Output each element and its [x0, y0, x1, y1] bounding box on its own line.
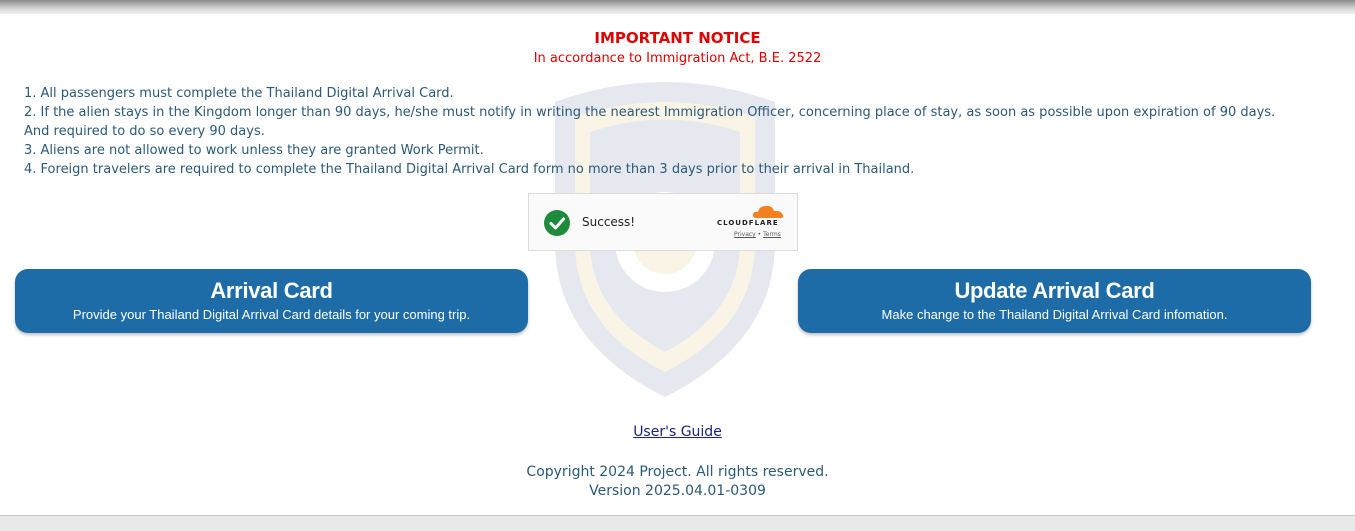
rules-list: 1. All passengers must complete the Thai…	[24, 84, 1324, 179]
terms-link[interactable]: Terms	[763, 231, 781, 238]
update-arrival-card-title: Update Arrival Card	[954, 278, 1155, 303]
rule-item: 2. If the alien stays in the Kingdom lon…	[24, 105, 1276, 120]
copyright-text: Copyright 2024 Project. All rights reser…	[526, 464, 829, 480]
rule-item: And required to do so every 90 days.	[24, 124, 265, 139]
notice-subtitle: In accordance to Immigration Act, B.E. 2…	[533, 51, 822, 66]
rule-item: 4. Foreign travelers are required to com…	[24, 162, 915, 177]
cloudflare-captcha-widget[interactable]: Success! CLOUDFLARE Privacy • Terms	[528, 193, 798, 251]
cloudflare-links: Privacy • Terms	[734, 231, 781, 238]
rule-item: 1. All passengers must complete the Thai…	[24, 86, 454, 101]
cloudflare-brand: CLOUDFLARE	[717, 219, 779, 227]
arrival-card-button[interactable]: Arrival Card Provide your Thailand Digit…	[15, 269, 528, 333]
users-guide-container: User's Guide	[0, 424, 1355, 440]
link-separator: •	[757, 231, 762, 238]
version-text: Version 2025.04.01-0309	[589, 483, 766, 499]
arrival-card-subtitle: Provide your Thailand Digital Arrival Ca…	[72, 307, 471, 322]
browser-bottom-bar	[0, 515, 1355, 531]
privacy-link[interactable]: Privacy	[734, 231, 756, 238]
arrival-card-title: Arrival Card	[210, 278, 333, 303]
browser-top-bar	[0, 0, 1355, 14]
update-arrival-card-button[interactable]: Update Arrival Card Make change to the T…	[798, 269, 1311, 333]
cloudflare-cloud-icon	[752, 205, 784, 218]
rule-item: 3. Aliens are not allowed to work unless…	[24, 143, 484, 158]
update-arrival-card-subtitle: Make change to the Thailand Digital Arri…	[881, 307, 1228, 322]
users-guide-link[interactable]: User's Guide	[633, 424, 722, 440]
captcha-status: Success!	[582, 215, 636, 229]
notice-title: IMPORTANT NOTICE	[594, 29, 761, 47]
success-check-icon	[544, 210, 570, 236]
